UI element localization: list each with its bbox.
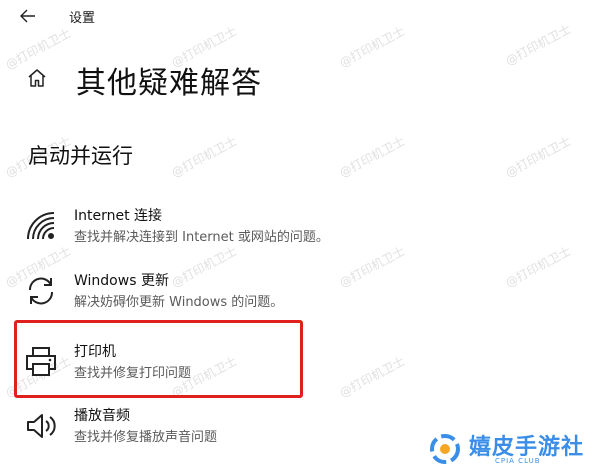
item-name: Windows 更新 <box>74 273 169 289</box>
watermark: @打印机卫士 <box>3 25 74 73</box>
watermark: @打印机卫士 <box>337 23 408 71</box>
item-description: 查找并修复播放声音问题 <box>74 430 218 445</box>
watermark: @打印机卫士 <box>503 21 574 69</box>
brand-mark-icon <box>430 434 460 464</box>
item-description: 查找并解决连接到 Internet 或网站的问题。 <box>74 230 329 245</box>
troubleshooter-internet[interactable]: Internet 连接 查找并解决连接到 Internet 或网站的问题。 <box>20 205 580 263</box>
item-name: Internet 连接 <box>74 208 163 224</box>
app-title: 设置 <box>69 11 96 26</box>
brand-subtitle: CPIA CLUB <box>495 457 541 465</box>
back-arrow-icon <box>20 9 35 23</box>
home-icon[interactable] <box>26 67 48 89</box>
brand-logo: 嬉皮手游社 CPIA CLUB <box>425 428 595 470</box>
watermark: @打印机卫士 <box>503 133 574 181</box>
refresh-icon <box>28 277 54 305</box>
watermark: @打印机卫士 <box>169 133 240 181</box>
section-title: 启动并运行 <box>28 144 133 168</box>
wifi-icon <box>27 212 55 240</box>
item-description: 解决妨碍你更新 Windows 的问题。 <box>74 295 284 310</box>
speaker-icon <box>27 414 56 438</box>
highlight-box <box>14 320 303 398</box>
watermark: @打印机卫士 <box>337 133 408 181</box>
item-name: 播放音频 <box>74 408 130 424</box>
page-title: 其他疑难解答 <box>76 66 262 101</box>
back-button[interactable] <box>14 4 42 28</box>
